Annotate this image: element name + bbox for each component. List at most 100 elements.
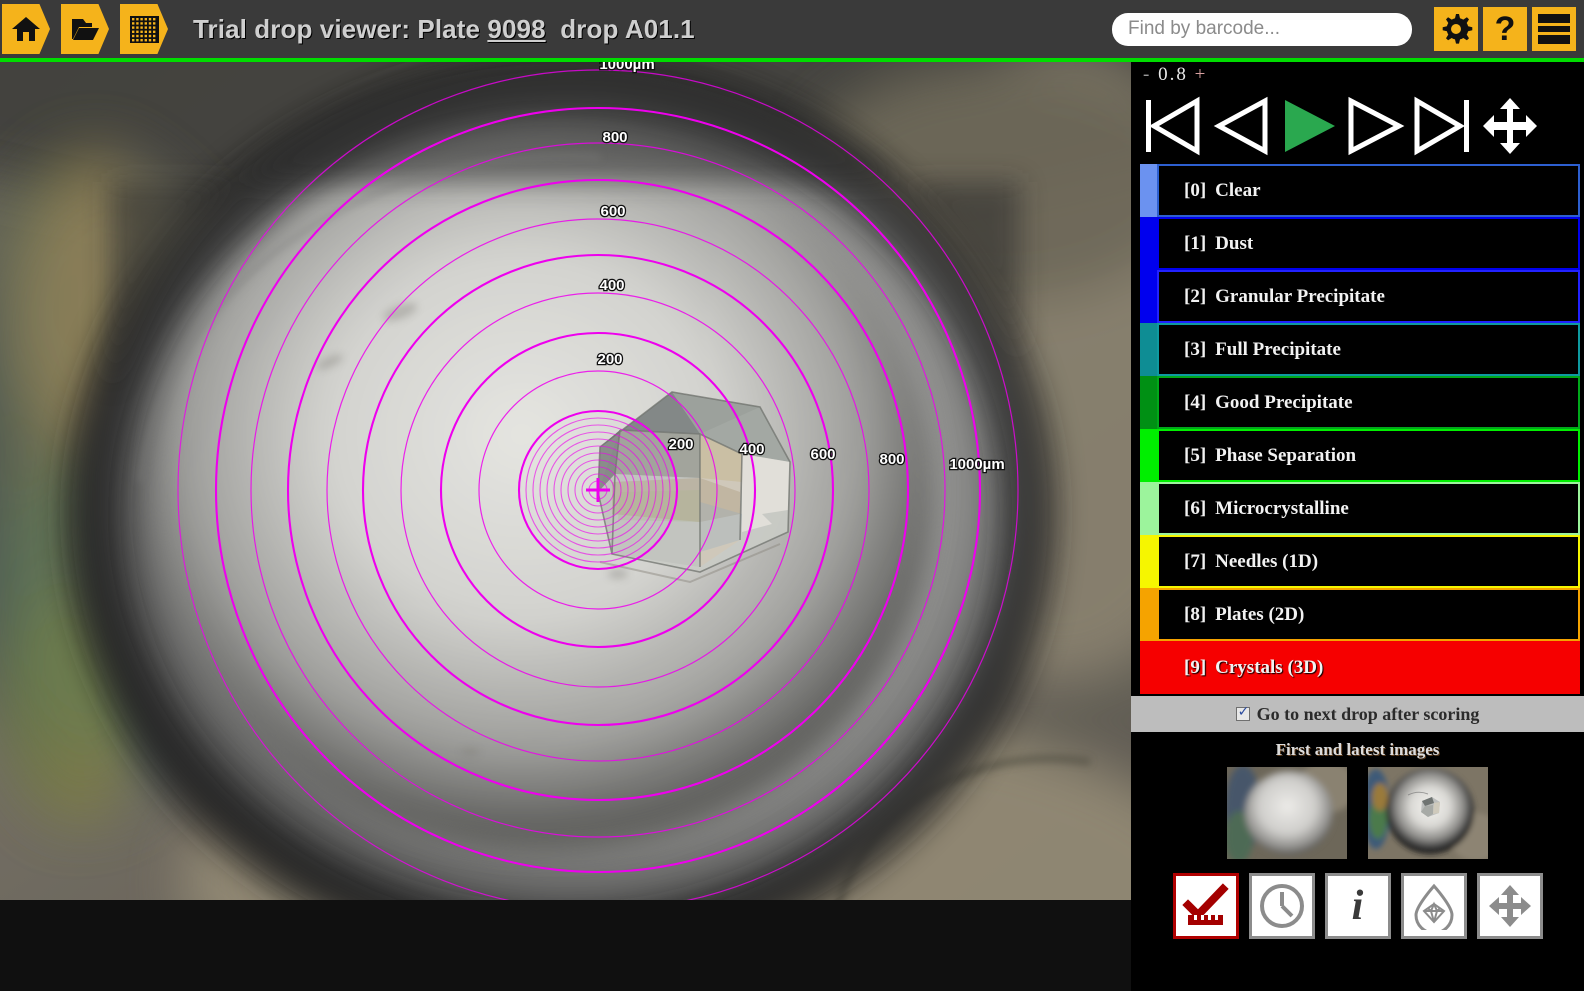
next-icon xyxy=(1348,96,1405,156)
score-row-7[interactable]: [7] Needles (1D) xyxy=(1140,535,1580,588)
score-row-3[interactable]: [3] Full Precipitate xyxy=(1140,323,1580,376)
svg-text:600: 600 xyxy=(600,203,625,220)
score-label: [2] Granular Precipitate xyxy=(1184,285,1385,307)
score-row-9[interactable]: [9] Crystals (3D) xyxy=(1140,641,1580,694)
title-suffix: drop A01.1 xyxy=(560,13,695,44)
score-label: [1] Dust xyxy=(1184,232,1254,254)
zoom-value: 0.8 xyxy=(1158,64,1188,85)
skip-to-last-icon xyxy=(1414,96,1469,156)
svg-text:1000µm: 1000µm xyxy=(949,456,1004,473)
svg-text:800: 800 xyxy=(602,129,627,146)
drop-photo[interactable]: 1000µm 800 600 400 200 200 400 600 800 1… xyxy=(0,62,1131,900)
nav-last-button[interactable] xyxy=(1411,95,1477,157)
go-to-next-drop-label: Go to next drop after scoring xyxy=(1256,703,1480,724)
app-header: Trial drop viewer: Plate 9098 drop A01.1… xyxy=(0,0,1584,58)
score-label: [7] Needles (1D) xyxy=(1184,550,1319,572)
settings-gear-button[interactable] xyxy=(1434,7,1478,51)
play-icon xyxy=(1285,100,1335,152)
skip-to-first-icon xyxy=(1146,96,1200,156)
previous-icon xyxy=(1213,96,1268,156)
go-to-next-drop-checkbox[interactable]: Go to next drop after scoring xyxy=(1131,696,1584,732)
drop-image-stage[interactable]: 1000µm 800 600 400 200 200 400 600 800 1… xyxy=(0,62,1131,991)
score-label: [3] Full Precipitate xyxy=(1184,338,1341,360)
score-row-2[interactable]: [2] Granular Precipitate xyxy=(1140,270,1580,323)
score-label: [8] Plates (2D) xyxy=(1184,603,1305,625)
score-label: [6] Microcrystalline xyxy=(1184,497,1349,519)
nav-pan-button[interactable] xyxy=(1479,95,1541,157)
score-label: [5] Phase Separation xyxy=(1184,444,1357,466)
svg-text:800: 800 xyxy=(879,451,904,468)
score-label: [4] Good Precipitate xyxy=(1184,391,1353,413)
score-row-4[interactable]: [4] Good Precipitate xyxy=(1140,376,1580,429)
page-title: Trial drop viewer: Plate 9098 drop A01.1 xyxy=(193,14,695,45)
score-swatch xyxy=(1140,376,1157,429)
thumbnails-title: First and latest images xyxy=(1275,740,1440,759)
hamburger-menu-icon xyxy=(1538,14,1570,44)
nav-first-button[interactable] xyxy=(1139,95,1205,157)
nav-prev-button[interactable] xyxy=(1207,95,1273,157)
latest-image-preview xyxy=(1368,767,1488,859)
thumbnail-latest-image[interactable] xyxy=(1368,767,1488,859)
home-icon xyxy=(11,15,41,43)
nav-next-button[interactable] xyxy=(1343,95,1409,157)
score-swatch xyxy=(1140,164,1157,217)
score-swatch xyxy=(1140,323,1157,376)
folder-open-icon xyxy=(70,16,100,42)
plate-grid-icon xyxy=(129,15,159,43)
tool-bar: i xyxy=(1131,873,1584,939)
gear-icon xyxy=(1439,12,1473,46)
score-label: [0] Clear xyxy=(1184,179,1261,201)
zoom-control[interactable]: - 0.8 + xyxy=(1131,62,1584,88)
title-prefix: Trial drop viewer: Plate xyxy=(193,13,481,44)
info-italic-i-icon: i xyxy=(1351,883,1364,929)
first-image-preview xyxy=(1227,767,1347,859)
nav-play-button[interactable] xyxy=(1275,95,1341,157)
menu-button[interactable] xyxy=(1532,7,1576,51)
score-tool-button[interactable] xyxy=(1172,873,1239,939)
question-mark-icon: ? xyxy=(1494,10,1516,48)
score-swatch xyxy=(1140,535,1157,588)
drop-diamond-icon xyxy=(1413,883,1454,930)
navigation-bar xyxy=(1131,88,1584,164)
svg-text:400: 400 xyxy=(739,441,764,458)
crystal-tool-button[interactable] xyxy=(1400,873,1467,939)
side-panel: - 0.8 + [0] Clear [1] Dust [2] Granular … xyxy=(1131,62,1584,991)
score-label: [9] Crystals (3D) xyxy=(1184,656,1324,678)
drop-photo-canvas: 1000µm 800 600 400 200 200 400 600 800 1… xyxy=(0,62,1131,900)
info-tool-button[interactable]: i xyxy=(1324,873,1391,939)
pan-tool-button[interactable] xyxy=(1476,873,1543,939)
breadcrumb xyxy=(0,4,179,54)
score-row-6[interactable]: [6] Microcrystalline xyxy=(1140,482,1580,535)
plate-number[interactable]: 9098 xyxy=(487,14,545,44)
score-row-5[interactable]: [5] Phase Separation xyxy=(1140,429,1580,482)
score-swatch xyxy=(1140,270,1157,323)
score-swatch xyxy=(1140,217,1157,270)
breadcrumb-home-button[interactable] xyxy=(2,4,50,54)
score-row-8[interactable]: [8] Plates (2D) xyxy=(1140,588,1580,641)
score-swatch xyxy=(1140,429,1157,482)
svg-text:200: 200 xyxy=(597,351,622,368)
checkbox-icon[interactable] xyxy=(1235,704,1250,721)
svg-text:200: 200 xyxy=(668,436,693,453)
clock-icon xyxy=(1259,884,1304,928)
breadcrumb-plate-button[interactable] xyxy=(120,4,168,54)
move-arrows-icon xyxy=(1483,98,1537,154)
move-arrows-icon xyxy=(1488,885,1531,927)
breadcrumb-folder-button[interactable] xyxy=(61,4,109,54)
score-swatch xyxy=(1140,482,1157,535)
score-row-0[interactable]: [0] Clear xyxy=(1140,164,1580,217)
score-row-1[interactable]: [1] Dust xyxy=(1140,217,1580,270)
search-input[interactable] xyxy=(1112,12,1412,46)
thumbnail-first-image[interactable] xyxy=(1227,767,1347,859)
help-button[interactable]: ? xyxy=(1483,7,1527,51)
svg-text:1000µm: 1000µm xyxy=(599,62,654,73)
history-tool-button[interactable] xyxy=(1248,873,1315,939)
zoom-out-button[interactable]: - xyxy=(1143,64,1151,85)
svg-text:400: 400 xyxy=(599,277,624,294)
svg-text:600: 600 xyxy=(810,446,835,463)
header-actions: ? xyxy=(1112,7,1584,51)
check-ruler-icon xyxy=(1181,883,1229,925)
score-swatch xyxy=(1140,641,1157,694)
thumbnails-section: First and latest images xyxy=(1131,740,1584,859)
zoom-in-button[interactable]: + xyxy=(1195,64,1208,85)
